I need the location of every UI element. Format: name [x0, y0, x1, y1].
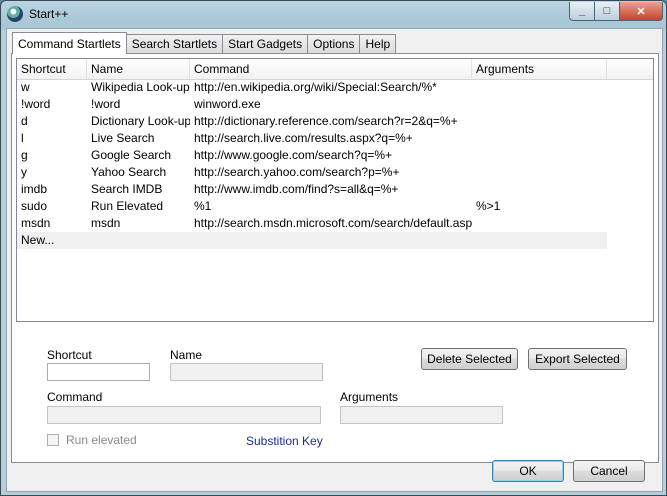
cell-name: Google Search: [91, 148, 172, 162]
name-input[interactable]: [170, 363, 323, 381]
window-title: Start++: [29, 7, 69, 21]
table-row[interactable]: msdn msdn http://search.msdn.microsoft.com…: [17, 215, 653, 232]
delete-selected-button[interactable]: Delete Selected: [421, 348, 518, 370]
tab-strip: Command Startlets Search Startlets Start…: [12, 32, 397, 54]
column-header-name[interactable]: Name: [87, 59, 190, 79]
cell-name: Wikipedia Look-up: [91, 80, 190, 94]
cell-shortcut: d: [21, 114, 28, 128]
maximize-button[interactable]: □: [594, 2, 620, 21]
command-input[interactable]: [47, 406, 321, 424]
ok-button[interactable]: OK: [492, 460, 564, 482]
tab-start-gadgets[interactable]: Start Gadgets: [222, 34, 309, 53]
shortcut-input[interactable]: [47, 363, 150, 381]
cell-command: http://www.google.com/search?q=%+: [194, 148, 393, 162]
tab-command-startlets[interactable]: Command Startlets: [12, 32, 127, 54]
cell-command: http://search.yahoo.com/search?p=%+: [194, 165, 400, 179]
run-elevated-label: Run elevated: [66, 433, 137, 447]
startlets-list[interactable]: Shortcut Name Command Arguments w Wikiped…: [16, 58, 654, 322]
close-button[interactable]: ✕: [619, 2, 663, 21]
list-header: Shortcut Name Command Arguments: [17, 59, 653, 80]
tab-search-startlets[interactable]: Search Startlets: [125, 34, 224, 53]
shortcut-label: Shortcut: [47, 348, 92, 362]
cell-shortcut: l: [21, 131, 24, 145]
cell-shortcut: !word: [21, 97, 51, 111]
arguments-label: Arguments: [340, 390, 399, 404]
cell-name: Search IMDB: [91, 182, 163, 196]
cell-command: winword.exe: [194, 97, 261, 111]
table-row[interactable]: d Dictionary Look-up http://dictionary.ref…: [17, 113, 653, 130]
cell-shortcut: msdn: [21, 216, 51, 230]
table-row[interactable]: l Live Search http://search.live.com/resul…: [17, 130, 653, 147]
command-label: Command: [47, 390, 103, 404]
new-row-label: New...: [21, 233, 55, 247]
cell-shortcut: sudo: [21, 199, 48, 213]
app-window: Start++ _ □ ✕ Command Startlets Search S…: [0, 0, 667, 496]
cell-shortcut: imdb: [21, 182, 48, 196]
name-label: Name: [170, 348, 203, 362]
export-selected-button[interactable]: Export Selected: [528, 348, 627, 370]
new-startlet-row[interactable]: New...: [17, 232, 607, 249]
table-row[interactable]: imdb Search IMDB http://www.imdb.com/find?…: [17, 181, 653, 198]
column-header-arguments[interactable]: Arguments: [472, 59, 607, 79]
cell-shortcut: w: [21, 80, 30, 94]
cell-name: Dictionary Look-up: [91, 114, 190, 128]
tab-help[interactable]: Help: [359, 34, 397, 53]
table-row[interactable]: w Wikipedia Look-up http://en.wikipedia.or…: [17, 79, 653, 96]
minimize-button[interactable]: _: [569, 2, 595, 21]
cell-command: %1: [194, 199, 212, 213]
tab-options[interactable]: Options: [307, 34, 361, 53]
table-row[interactable]: g Google Search http://www.google.com/sear…: [17, 147, 653, 164]
cell-command: http://search.msdn.microsoft.com/search/…: [194, 216, 472, 230]
arguments-input[interactable]: [340, 406, 503, 424]
cell-arguments: %>1: [476, 199, 501, 213]
table-row[interactable]: !word !word winword.exe: [17, 96, 653, 113]
cell-shortcut: g: [21, 148, 28, 162]
column-header-command[interactable]: Command: [190, 59, 472, 79]
app-icon: [7, 6, 23, 22]
cell-name: Live Search: [91, 131, 155, 145]
tab-panel: Shortcut Name Command Arguments w Wikiped…: [11, 53, 659, 463]
column-header-shortcut[interactable]: Shortcut: [17, 59, 87, 79]
cell-name: !word: [91, 97, 121, 111]
cell-name: Run Elevated: [91, 199, 164, 213]
cancel-button[interactable]: Cancel: [573, 460, 645, 482]
table-row[interactable]: sudo Run Elevated %1 %>1: [17, 198, 653, 215]
title-bar[interactable]: Start++ _ □ ✕: [1, 1, 666, 27]
cell-command: http://en.wikipedia.org/wiki/Special:Sea…: [194, 80, 437, 94]
run-elevated-checkbox[interactable]: [47, 434, 59, 446]
cell-name: msdn: [91, 216, 121, 230]
table-row[interactable]: y Yahoo Search http://search.yahoo.com/sea…: [17, 164, 653, 181]
substitution-key-link[interactable]: Substition Key: [246, 434, 323, 448]
dialog-client-area: Command Startlets Search Startlets Start…: [6, 28, 663, 492]
cell-shortcut: y: [21, 165, 27, 179]
cell-command: http://www.imdb.com/find?s=all&q=%+: [194, 182, 399, 196]
cell-name: Yahoo Search: [91, 165, 167, 179]
cell-command: http://search.live.com/results.aspx?q=%+: [194, 131, 413, 145]
cell-command: http://dictionary.reference.com/search?r…: [194, 114, 458, 128]
